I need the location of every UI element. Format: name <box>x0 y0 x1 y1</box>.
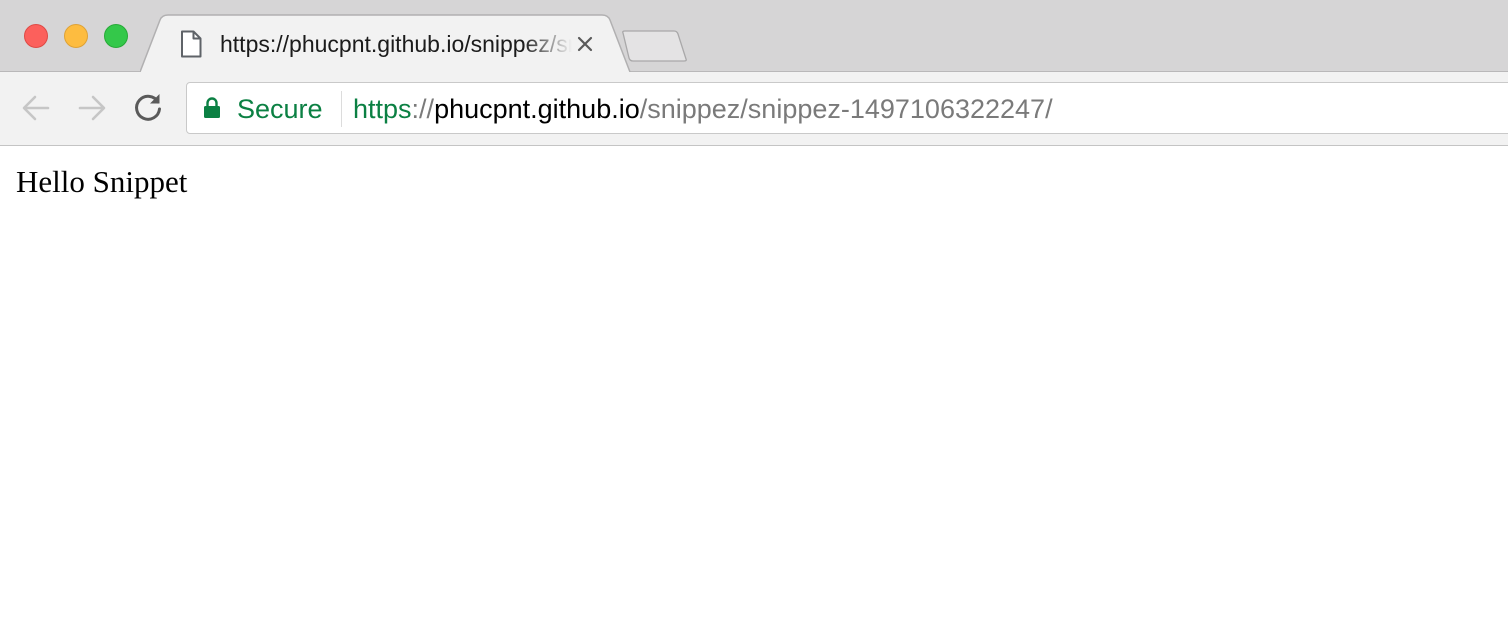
omnibox-divider <box>341 91 342 127</box>
browser-toolbar: Secure https://phucpnt.github.io/snippez… <box>0 72 1508 146</box>
url-path: /snippez/snippez-1497106322247/ <box>639 94 1053 124</box>
new-tab-icon[interactable] <box>620 30 688 64</box>
page-body-text: Hello Snippet <box>16 164 188 199</box>
blank-page-icon <box>181 30 202 58</box>
lock-icon <box>204 97 220 118</box>
arrow-right-icon[interactable] <box>74 90 110 126</box>
arrow-left-icon[interactable] <box>18 90 54 126</box>
url-separator: :// <box>411 94 435 124</box>
browser-window: https://phucpnt.github.io/snippez/snippe… <box>0 0 1508 628</box>
window-close-button[interactable] <box>24 24 48 48</box>
page-content: Hello Snippet <box>0 146 1508 628</box>
url-text[interactable]: https://phucpnt.github.io/snippez/snippe… <box>353 93 1053 125</box>
window-minimize-button[interactable] <box>64 24 88 48</box>
close-icon[interactable] <box>575 34 595 54</box>
tab-title: https://phucpnt.github.io/snippez/snippe… <box>220 31 572 57</box>
window-maximize-button[interactable] <box>104 24 128 48</box>
url-host: phucpnt.github.io <box>434 94 640 124</box>
reload-icon[interactable] <box>130 90 166 126</box>
security-label[interactable]: Secure <box>237 93 323 125</box>
address-bar[interactable]: Secure https://phucpnt.github.io/snippez… <box>186 82 1508 134</box>
url-scheme: https <box>353 94 412 124</box>
tab-strip: https://phucpnt.github.io/snippez/snippe… <box>0 0 1508 73</box>
